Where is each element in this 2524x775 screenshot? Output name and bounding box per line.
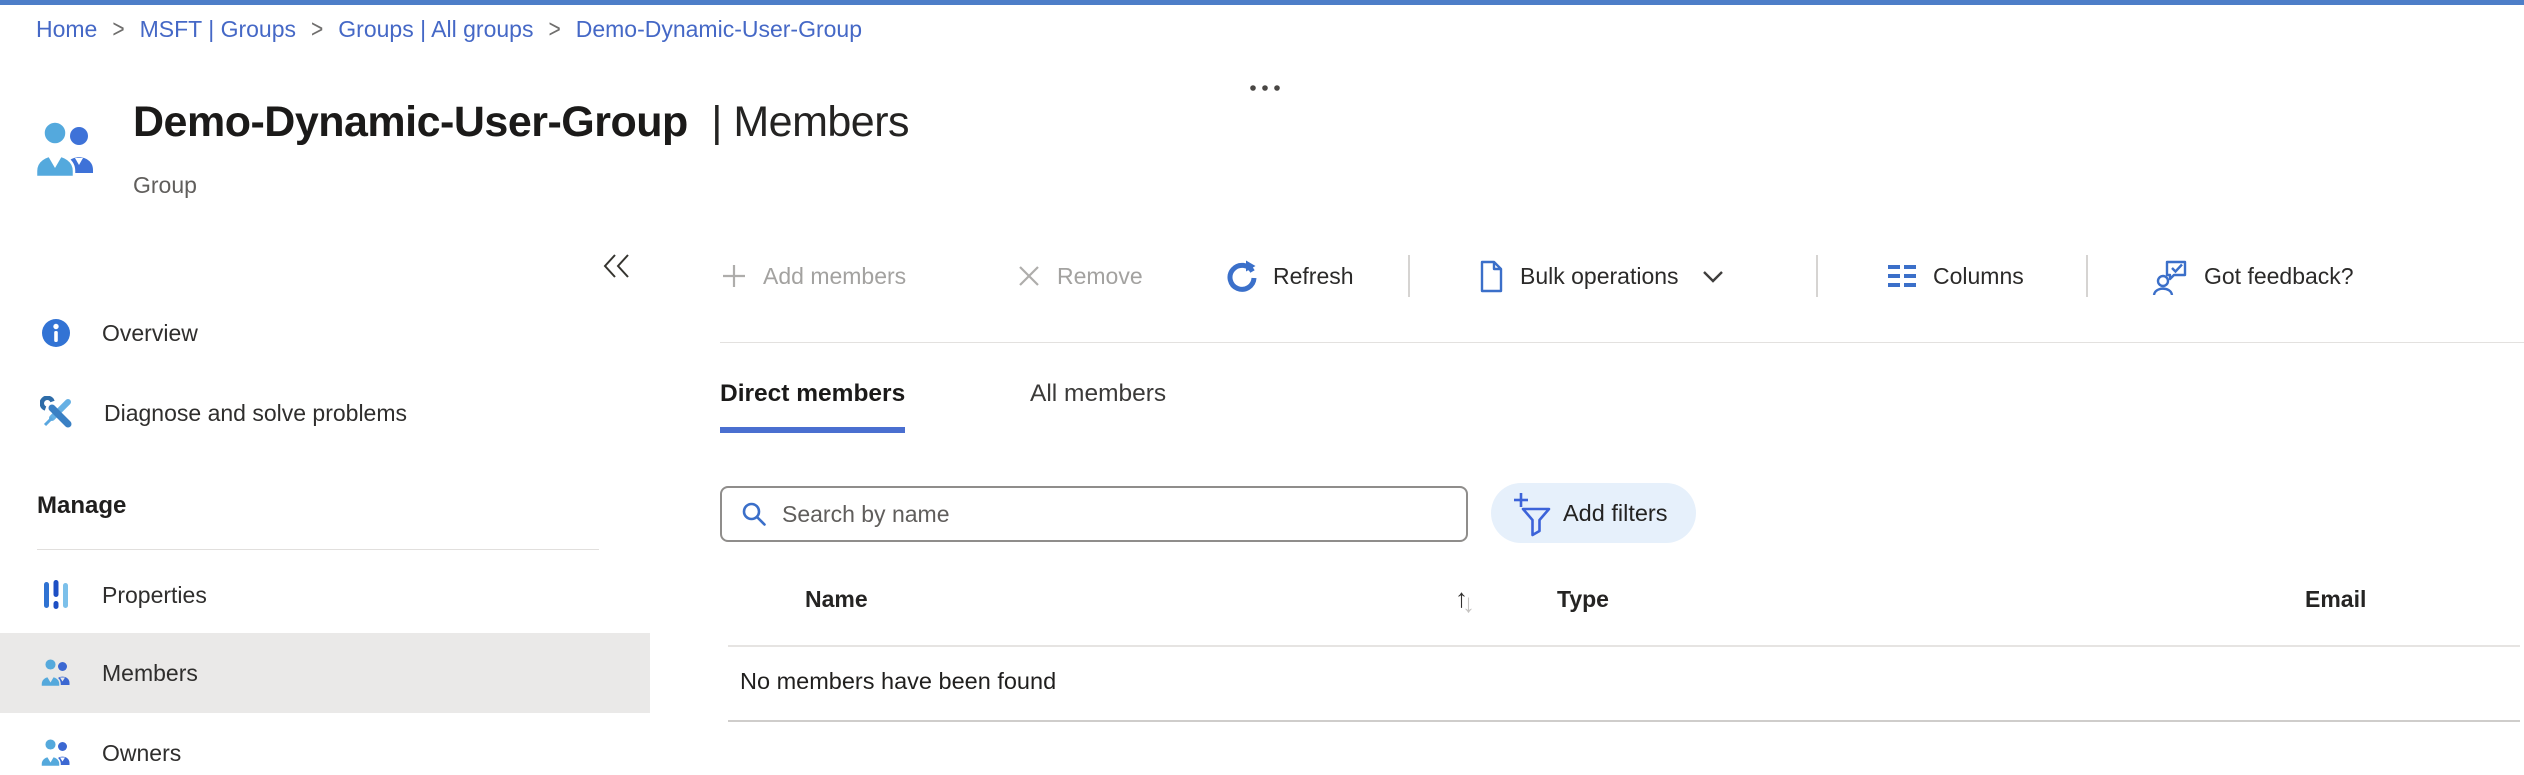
sidebar-item-owners[interactable]: Owners (0, 713, 650, 775)
sidebar-item-label: Members (102, 659, 198, 686)
refresh-button[interactable]: Refresh (1226, 248, 1354, 304)
remove-button[interactable]: Remove (1016, 248, 1143, 304)
tab-all-members[interactable]: All members (1030, 380, 1166, 427)
add-members-label: Add members (763, 262, 907, 289)
ellipsis-icon (1250, 85, 1280, 91)
column-header-name[interactable]: Name (805, 586, 868, 613)
toolbar-separator (1816, 255, 1818, 297)
feedback-icon (2152, 260, 2187, 295)
page-title-group-name: Demo-Dynamic-User-Group (133, 98, 688, 146)
toolbar-separator (2086, 255, 2088, 297)
add-filters-label: Add filters (1563, 499, 1668, 526)
add-filters-button[interactable]: Add filters (1491, 483, 1696, 543)
bulk-operations-label: Bulk operations (1520, 262, 1679, 289)
add-members-button[interactable]: Add members (720, 248, 906, 304)
sidebar-item-label: Diagnose and solve problems (104, 399, 408, 426)
got-feedback-label: Got feedback? (2204, 262, 2354, 289)
sidebar-section-manage: Manage (37, 492, 127, 519)
page-title: Demo-Dynamic-User-Group | Members (133, 98, 910, 147)
chevron-right-icon: > (548, 14, 561, 44)
column-header-type[interactable]: Type (1557, 586, 1609, 613)
sidebar-item-label: Overview (102, 319, 198, 346)
refresh-icon (1227, 260, 1257, 292)
top-accent-bar (0, 0, 2524, 5)
tools-icon (40, 396, 72, 428)
columns-button[interactable]: Columns (1886, 248, 2024, 304)
breadcrumb: Home > MSFT | Groups > Groups | All grou… (36, 14, 862, 44)
filter-plus-icon (1514, 492, 1551, 536)
table-row-divider (728, 720, 2520, 722)
column-header-email[interactable]: Email (2305, 586, 2366, 613)
sidebar-item-members[interactable]: Members (0, 633, 650, 713)
got-feedback-button[interactable]: Got feedback? (2152, 248, 2354, 304)
sort-descending-icon: ↓ (1462, 588, 1475, 618)
properties-icon (44, 580, 68, 609)
x-icon (1019, 266, 1039, 286)
group-members-page: Home > MSFT | Groups > Groups | All grou… (0, 0, 2524, 775)
breadcrumb-all-groups[interactable]: Groups | All groups (338, 16, 533, 43)
remove-label: Remove (1057, 262, 1143, 289)
sidebar-item-overview[interactable]: Overview (0, 305, 650, 361)
page-title-blade-name: | Members (711, 98, 910, 146)
chevron-right-icon: > (112, 14, 125, 44)
group-icon (34, 120, 98, 178)
columns-label: Columns (1933, 262, 2024, 289)
bulk-operations-button[interactable]: Bulk operations (1478, 248, 1724, 304)
sidebar-divider (37, 549, 599, 550)
info-icon (42, 319, 70, 347)
document-icon (1480, 260, 1503, 292)
breadcrumb-current-group[interactable]: Demo-Dynamic-User-Group (576, 16, 862, 43)
table-header-divider (728, 645, 2520, 647)
columns-icon (1888, 265, 1916, 287)
breadcrumb-home[interactable]: Home (36, 16, 97, 43)
toolbar-separator (1408, 255, 1410, 297)
breadcrumb-msft-groups[interactable]: MSFT | Groups (140, 16, 296, 43)
toolbar-divider (720, 342, 2524, 343)
people-icon (40, 658, 70, 688)
object-type-label: Group (133, 172, 197, 198)
search-box (720, 486, 1468, 542)
sidebar-item-label: Properties (102, 581, 207, 608)
sidebar-item-label: Owners (102, 739, 182, 766)
plus-icon (723, 265, 745, 287)
command-bar: Add members Remove Refresh Bulk operatio… (0, 248, 2524, 304)
people-icon (40, 738, 70, 768)
tab-direct-members[interactable]: Direct members (720, 380, 906, 433)
search-input[interactable] (782, 500, 1450, 528)
sidebar-item-properties[interactable]: Properties (0, 567, 650, 623)
sort-indicator[interactable]: ↑↓ (1455, 583, 1475, 618)
search-icon (742, 502, 766, 526)
refresh-label: Refresh (1273, 262, 1354, 289)
empty-state-message: No members have been found (740, 668, 1057, 694)
sidebar-item-diagnose[interactable]: Diagnose and solve problems (0, 385, 650, 441)
chevron-down-icon (1702, 270, 1723, 283)
more-options-button[interactable] (1240, 66, 1296, 110)
chevron-right-icon: > (311, 14, 324, 44)
